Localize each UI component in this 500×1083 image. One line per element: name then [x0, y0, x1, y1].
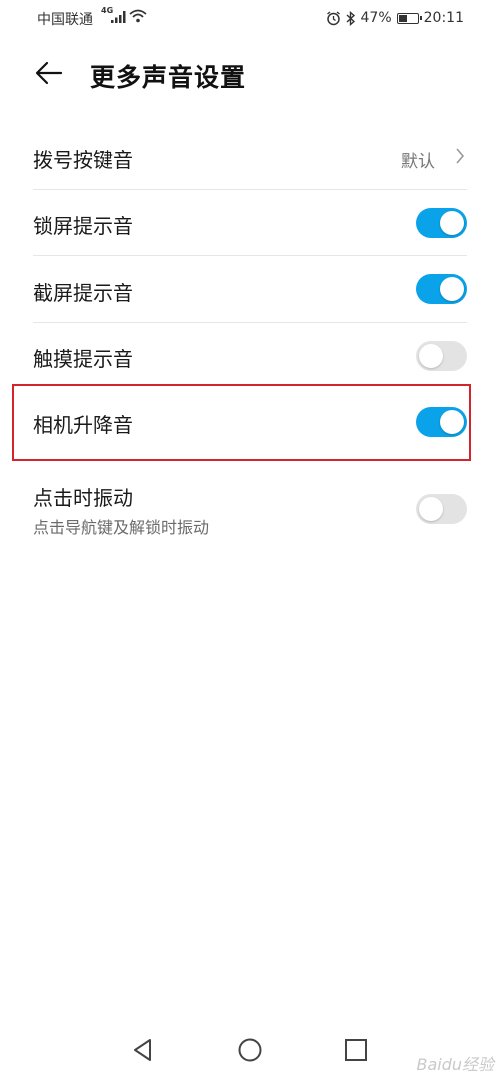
setting-touch-sound: 触摸提示音 [33, 323, 467, 389]
lock-screen-sound-toggle[interactable] [416, 208, 467, 238]
battery-icon [396, 12, 422, 24]
watermark: Baidu经验 [416, 1055, 494, 1074]
setting-vibrate-on-tap: 点击时振动 点击导航键及解锁时振动 [33, 470, 467, 550]
header: 更多声音设置 [0, 50, 500, 98]
vibrate-on-tap-toggle[interactable] [416, 494, 467, 524]
nav-recents-icon[interactable] [343, 1037, 369, 1063]
navigation-bar: Baidu经验 [0, 1023, 500, 1083]
setting-lock-screen-sound: 锁屏提示音 [33, 190, 467, 256]
back-arrow-icon[interactable] [34, 58, 64, 88]
signal-icon [111, 11, 126, 23]
setting-dial-tone[interactable]: 拨号按键音 默认 [33, 122, 467, 190]
chevron-right-icon [456, 148, 465, 164]
bluetooth-icon [346, 10, 355, 26]
clock: 20:11 [423, 10, 464, 26]
page-title: 更多声音设置 [90, 63, 247, 92]
screenshot-sound-toggle[interactable] [416, 274, 467, 304]
setting-label: 截屏提示音 [33, 281, 133, 305]
setting-sublabel: 点击导航键及解锁时振动 [33, 518, 210, 537]
battery-percent: 47% [360, 10, 392, 26]
alarm-icon [326, 10, 340, 25]
carrier-name: 中国联通 [37, 12, 93, 28]
highlight-frame [12, 384, 471, 461]
setting-label: 锁屏提示音 [33, 214, 133, 238]
nav-home-icon[interactable] [237, 1037, 263, 1063]
setting-label: 拨号按键音 [33, 148, 133, 172]
setting-screenshot-sound: 截屏提示音 [33, 256, 467, 323]
wifi-icon [129, 9, 147, 23]
setting-label: 触摸提示音 [33, 347, 133, 371]
setting-label: 点击时振动 [33, 486, 133, 510]
status-bar: 中国联通 4G 47% 20:11 [0, 0, 500, 36]
setting-value: 默认 [401, 152, 435, 172]
nav-back-icon[interactable] [130, 1037, 156, 1063]
touch-sound-toggle[interactable] [416, 341, 467, 371]
